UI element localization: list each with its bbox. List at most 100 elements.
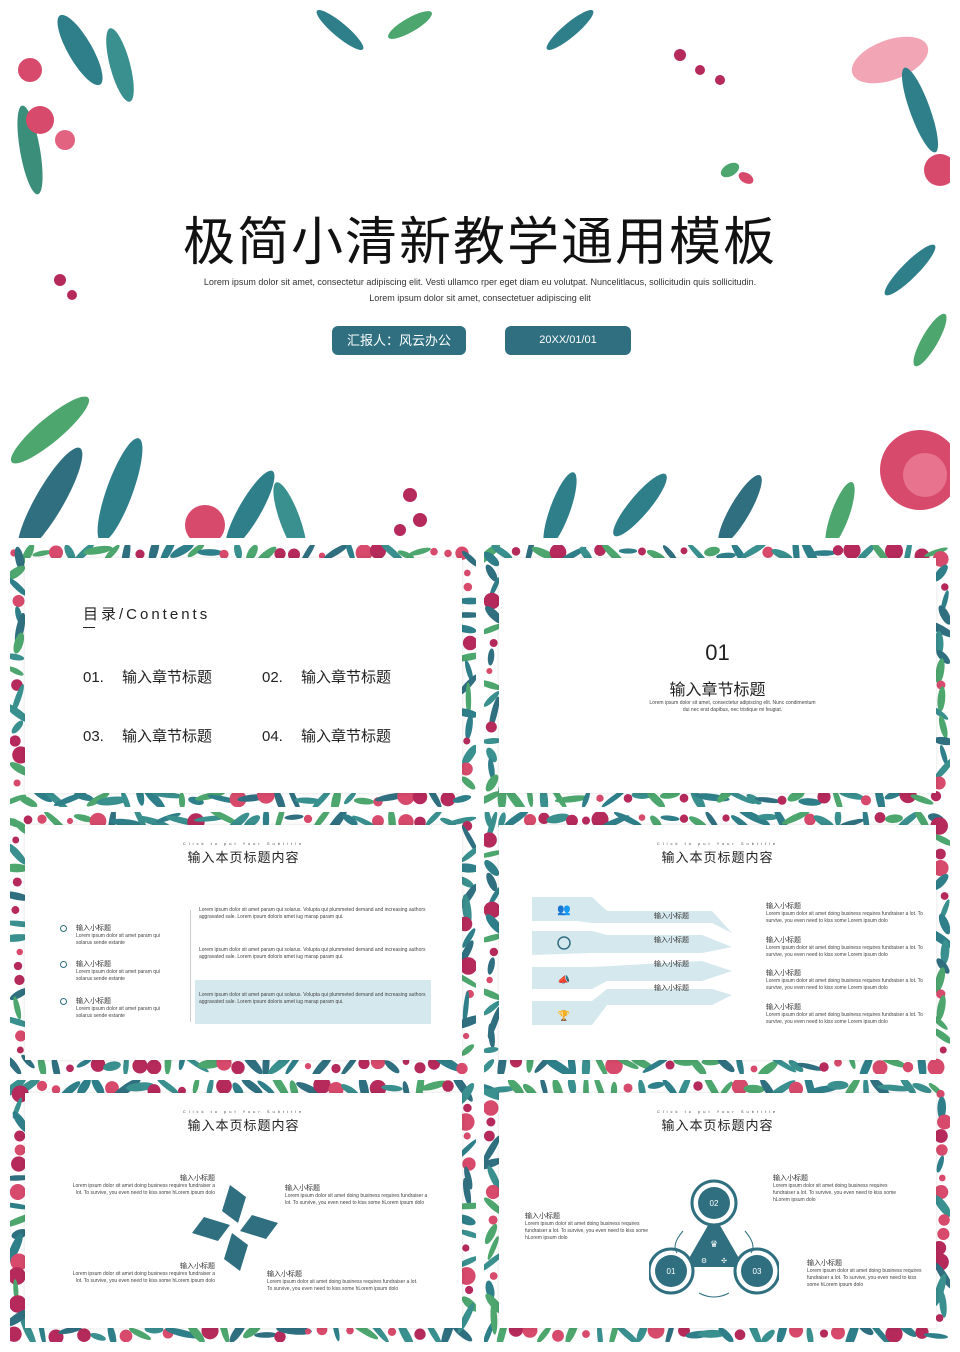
toc-item-num: 02. [262, 669, 283, 686]
floral-mark [693, 1081, 703, 1091]
block-text: Lorem ipsum dolor sit amet doing busines… [766, 978, 923, 991]
floral-mark [827, 1080, 849, 1090]
floral-mark [452, 795, 472, 803]
floral-mark [623, 793, 633, 803]
floral-mark [488, 1215, 498, 1225]
toc-item-num: 04. [262, 728, 283, 745]
floral-mark [938, 913, 950, 935]
floral-mark [660, 815, 680, 822]
pin-block-4: 输入小标题 Lorem ipsum dolor sit amet doing b… [267, 1269, 422, 1293]
pinwheel-blade-1 [222, 1185, 246, 1223]
gear-icon: ⚙ [701, 1257, 707, 1265]
circle-block-3: 输入小标题 Lorem ipsum dolor sit amet doing b… [807, 1258, 929, 1289]
bullet-2: 输入小标题 Lorem ipsum dolor sit amet param q… [60, 959, 165, 983]
circle-diagram: ♛ ⚙ ✣ [649, 1179, 779, 1298]
bullets-card: Click to put Your Subtitle 输入本页标题内容 输入小标… [25, 825, 462, 1060]
floral-mark [12, 595, 25, 607]
floral-mark [638, 814, 646, 821]
floral-mark [582, 1330, 590, 1338]
floral-mark [456, 1062, 468, 1074]
cycle-arrow-bottom [698, 1292, 730, 1298]
highlight-box: Lorem ipsum dolor sit amet param qui sol… [195, 980, 431, 1024]
floral-mark [484, 1046, 499, 1054]
floral-mark [13, 961, 23, 971]
floral-mark [10, 735, 21, 747]
floral-mark [937, 1227, 950, 1241]
block-text: Lorem ipsum dolor sit amet doing busines… [766, 1012, 923, 1025]
floral-mark [13, 632, 25, 654]
floral-mark [10, 1184, 26, 1200]
cover-title: 极简小清新教学通用模板 [182, 213, 777, 273]
crown-icon: ♛ [710, 1239, 718, 1249]
floral-mark [13, 779, 21, 787]
reporter-label: 汇报人：风云办公 [346, 333, 451, 348]
floral-mark [940, 892, 949, 900]
circle-num-right: 03 [752, 1267, 762, 1276]
floral-mark [16, 1046, 24, 1054]
bullet-title: 输入小标题 [76, 961, 111, 968]
floral-mark [486, 1117, 496, 1127]
page-title: 输入本页标题内容 [661, 1118, 774, 1133]
floral-mark [937, 686, 946, 712]
floral-mark [11, 720, 24, 734]
circle-num-top: 02 [709, 1199, 719, 1208]
floral-mark [146, 1059, 162, 1074]
bullets-slide: Click to put Your Subtitle 输入本页标题内容 输入小标… [10, 812, 476, 1074]
circles-card: Click to put Your Subtitle 输入本页标题内容 ♛ ⚙ … [499, 1093, 936, 1328]
toc-item-3[interactable]: 03. 输入章节标题 [83, 725, 212, 746]
trophy-icon: 🏆 [558, 1009, 571, 1022]
floral-mark [935, 848, 946, 860]
toc-item-label: 输入章节标题 [301, 728, 392, 745]
pin-block-2: 输入小标题 Lorem ipsum dolor sit amet doing b… [285, 1183, 435, 1207]
toc-item-1[interactable]: 01. 输入章节标题 [83, 666, 212, 687]
bullet-dot-icon [60, 998, 67, 1005]
block-title: 输入小标题 [773, 1175, 808, 1182]
floral-mark [638, 547, 646, 556]
toc-item-2[interactable]: 02. 输入章节标题 [262, 666, 391, 687]
floral-mark [834, 1058, 842, 1067]
floral-mark [511, 547, 521, 556]
section-card: 01 输入章节标题 Lorem ipsum dolor sit amet, co… [499, 558, 936, 793]
floral-mark [353, 797, 375, 805]
floral-mark [679, 793, 689, 803]
floral-mark [77, 1328, 91, 1342]
block-title: 输入小标题 [180, 1263, 215, 1270]
floral-mark [665, 1060, 675, 1070]
page-subtitle: Click to put Your Subtitle [656, 1109, 779, 1114]
toc-item-label: 输入章节标题 [301, 669, 392, 686]
toc-item-4[interactable]: 04. 输入章节标题 [262, 725, 391, 746]
section-title: 输入章节标题 [669, 682, 766, 699]
floral-mark [197, 549, 223, 556]
right-block-1: 输入小标题 Lorem ipsum dolor sit amet doing b… [766, 901, 936, 925]
pinwheel-blade-3 [224, 1233, 248, 1271]
floral-mark [804, 813, 816, 826]
block-title: 输入小标题 [766, 903, 801, 910]
floral-mark [90, 1332, 106, 1341]
right-block-2: 输入小标题 Lorem ipsum dolor sit amet doing b… [766, 935, 936, 959]
page-subtitle: Click to put Your Subtitle [182, 1109, 305, 1114]
floral-mark [384, 1060, 400, 1074]
floral-mark [414, 1062, 426, 1074]
circle-block-2: 输入小标题 Lorem ipsum dolor sit amet doing b… [773, 1173, 903, 1204]
floral-mark [722, 814, 730, 822]
floral-mark [834, 812, 842, 826]
floral-mark [10, 1267, 26, 1285]
floral-mark [10, 666, 24, 676]
toc-item-label: 输入章节标题 [122, 669, 213, 686]
floral-mark [777, 795, 787, 805]
floral-mark [66, 817, 74, 825]
section-slide: 01 输入章节标题 Lorem ipsum dolor sit amet, co… [484, 545, 950, 807]
floral-mark [216, 1080, 232, 1095]
section-number: 01 [705, 640, 730, 665]
block-text: Lorem ipsum dolor sit amet doing busines… [72, 1183, 215, 1196]
floral-mark [761, 1329, 775, 1342]
bullet-1: 输入小标题 Lorem ipsum dolor sit amet param q… [60, 923, 165, 947]
paragraph-2: Lorem ipsum dolor sit amet param qui sol… [199, 947, 426, 960]
floral-mark [12, 877, 22, 887]
block-text: Lorem ipsum dolor sit amet doing busines… [773, 1183, 897, 1203]
floral-mark [12, 836, 20, 844]
block-text: Lorem ipsum dolor sit amet doing busines… [285, 1193, 428, 1206]
floral-mark [934, 1129, 948, 1143]
floral-mark [10, 1326, 22, 1342]
pinwheel-blade-4 [192, 1217, 230, 1241]
